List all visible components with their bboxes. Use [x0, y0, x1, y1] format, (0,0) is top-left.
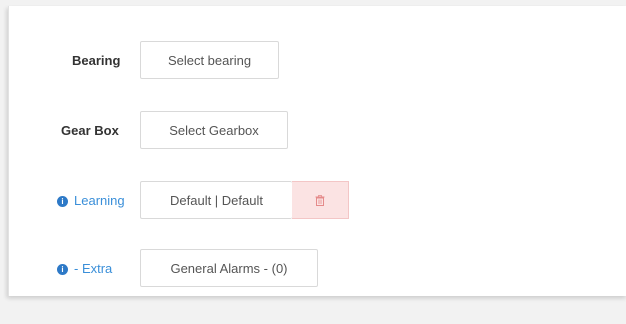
- extra-label: - Extra: [74, 261, 113, 276]
- settings-panel: Bearing Select bearing Gear Box Select G…: [8, 6, 626, 296]
- gearbox-row: Gear Box Select Gearbox: [9, 111, 626, 151]
- select-bearing-button[interactable]: Select bearing: [140, 41, 279, 79]
- learning-label-group: i Learning: [57, 181, 125, 221]
- extra-row: i - Extra General Alarms - (0): [9, 249, 626, 289]
- bearing-row: Bearing Select bearing: [9, 41, 626, 81]
- learning-label: Learning: [74, 193, 125, 208]
- bearing-label: Bearing: [72, 53, 121, 68]
- select-gearbox-button[interactable]: Select Gearbox: [140, 111, 288, 149]
- learning-select-button[interactable]: Default | Default: [140, 181, 292, 219]
- delete-learning-button[interactable]: [292, 181, 349, 219]
- info-circle-icon[interactable]: i: [57, 195, 68, 207]
- trash-icon: [315, 194, 325, 206]
- extra-label-group: i - Extra: [57, 249, 112, 289]
- learning-row: i Learning Default | Default: [9, 181, 626, 221]
- gearbox-label: Gear Box: [61, 123, 119, 138]
- general-alarms-button[interactable]: General Alarms - (0): [140, 249, 318, 287]
- info-circle-icon[interactable]: i: [57, 263, 68, 275]
